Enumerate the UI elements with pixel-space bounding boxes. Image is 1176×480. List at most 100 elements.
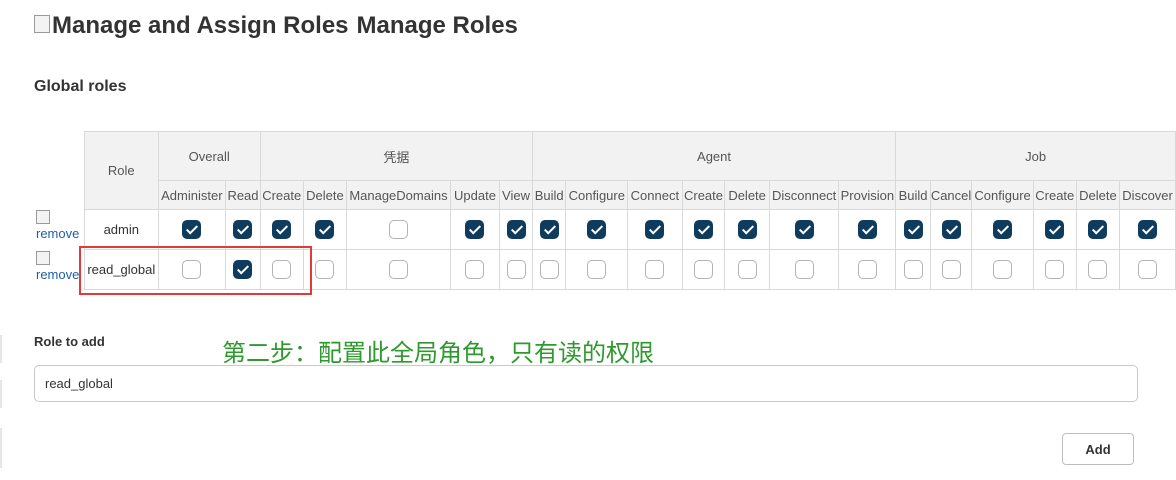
permission-checkbox-checked[interactable]	[1088, 220, 1108, 239]
permission-cell	[929, 249, 973, 290]
permission-cell	[346, 209, 451, 250]
permission-cell	[259, 209, 304, 250]
permission-checkbox[interactable]	[506, 260, 526, 279]
permission-checkbox-checked[interactable]	[539, 220, 559, 239]
permission-checkbox[interactable]	[645, 260, 665, 279]
permission-checkbox-checked[interactable]	[506, 220, 526, 239]
permission-cell	[1075, 249, 1121, 290]
permission-checkbox-checked[interactable]	[315, 220, 335, 239]
remove-link-text: remove	[36, 267, 80, 282]
add-role-button[interactable]: Add	[1062, 433, 1134, 465]
permission-header-delete: Delete	[1075, 180, 1121, 210]
permission-cell	[157, 249, 227, 290]
permission-checkbox[interactable]	[315, 260, 335, 279]
permission-cell	[302, 249, 348, 290]
role-row: admin	[84, 209, 1176, 250]
permission-group-header: Overall	[157, 131, 261, 181]
permission-checkbox[interactable]	[794, 260, 814, 279]
permission-header-create: Create	[681, 180, 726, 210]
permission-cell	[895, 209, 931, 250]
permission-cell	[681, 209, 726, 250]
broken-image-alt-text: Manage and Assign Roles	[52, 12, 349, 39]
permission-cell	[302, 209, 348, 250]
permission-cell	[346, 249, 451, 290]
permission-cell	[768, 249, 840, 290]
permission-cell	[565, 209, 629, 250]
step-annotation: 第二步：配置此全局角色，只有读的权限	[222, 339, 654, 367]
page-header: Manage and Assign Roles Manage Roles	[34, 12, 518, 52]
permission-checkbox[interactable]	[465, 260, 485, 279]
permission-checkbox[interactable]	[272, 260, 292, 279]
permission-header-cancel: Cancel	[929, 180, 973, 210]
permission-cell	[627, 209, 683, 250]
permission-header-read: Read	[225, 180, 261, 210]
role-column-header: Role	[84, 131, 159, 210]
permission-header-build: Build	[895, 180, 931, 210]
permission-header-configure: Configure	[971, 180, 1034, 210]
permission-cell	[449, 209, 501, 250]
permission-checkbox-checked[interactable]	[993, 220, 1013, 239]
remove-link-admin[interactable]: remove	[36, 210, 84, 241]
permission-checkbox[interactable]	[182, 260, 202, 279]
permission-checkbox-checked[interactable]	[694, 220, 713, 239]
permission-header-create: Create	[259, 180, 304, 210]
role-row: read_global	[84, 249, 1176, 290]
permission-checkbox-checked[interactable]	[182, 220, 202, 239]
permission-header-build: Build	[531, 180, 567, 210]
role-to-add-input[interactable]	[34, 365, 1138, 402]
permission-header-create: Create	[1032, 180, 1077, 210]
permission-checkbox[interactable]	[694, 260, 713, 279]
permission-checkbox[interactable]	[857, 260, 877, 279]
permission-header-update: Update	[449, 180, 501, 210]
permission-checkbox[interactable]	[993, 260, 1013, 279]
permission-checkbox-checked[interactable]	[794, 220, 814, 239]
broken-image-icon: Manage and Assign Roles	[34, 12, 349, 40]
left-edge-divider	[0, 428, 2, 468]
permission-checkbox-checked[interactable]	[737, 220, 757, 239]
permission-checkbox[interactable]	[388, 260, 408, 279]
permission-cell	[1032, 209, 1077, 250]
permission-cell	[1119, 209, 1176, 250]
permission-checkbox-checked[interactable]	[903, 220, 923, 239]
permission-header-disconnect: Disconnect	[768, 180, 840, 210]
permission-checkbox[interactable]	[388, 220, 408, 239]
permission-checkbox-checked[interactable]	[1138, 220, 1158, 239]
permission-checkbox[interactable]	[1088, 260, 1108, 279]
permission-cell	[225, 249, 261, 290]
role-name: read_global	[84, 249, 159, 290]
permission-cell	[724, 249, 770, 290]
permission-cell	[838, 249, 897, 290]
permission-checkbox-checked[interactable]	[857, 220, 877, 239]
permission-checkbox-checked[interactable]	[233, 220, 253, 239]
permission-checkbox[interactable]	[539, 260, 559, 279]
permission-cell	[1032, 249, 1077, 290]
permission-checkbox[interactable]	[1138, 260, 1158, 279]
permission-checkbox-checked[interactable]	[233, 260, 253, 279]
permission-cell	[531, 249, 567, 290]
permission-checkbox-checked[interactable]	[1045, 220, 1065, 239]
permission-checkbox[interactable]	[903, 260, 923, 279]
permission-group-header: Agent	[531, 131, 897, 181]
permission-cell	[929, 209, 973, 250]
permission-header-delete: Delete	[302, 180, 348, 210]
permission-cell	[225, 209, 261, 250]
broken-image-icon	[36, 251, 50, 265]
permission-cell	[1119, 249, 1176, 290]
remove-link-read-global[interactable]: remove	[36, 251, 84, 282]
permission-checkbox[interactable]	[941, 260, 961, 279]
permission-cell	[627, 249, 683, 290]
permission-checkbox-checked[interactable]	[272, 220, 292, 239]
permission-checkbox[interactable]	[1045, 260, 1065, 279]
permission-cell	[157, 209, 227, 250]
permission-checkbox[interactable]	[587, 260, 607, 279]
permission-header-delete: Delete	[724, 180, 770, 210]
permission-checkbox[interactable]	[737, 260, 757, 279]
permission-cell	[259, 249, 304, 290]
permission-checkbox-checked[interactable]	[941, 220, 961, 239]
permission-checkbox-checked[interactable]	[465, 220, 485, 239]
permission-checkbox-checked[interactable]	[645, 220, 665, 239]
permission-cell	[971, 209, 1034, 250]
permission-header-administer: Administer	[157, 180, 227, 210]
permission-cell	[565, 249, 629, 290]
permission-checkbox-checked[interactable]	[587, 220, 607, 239]
